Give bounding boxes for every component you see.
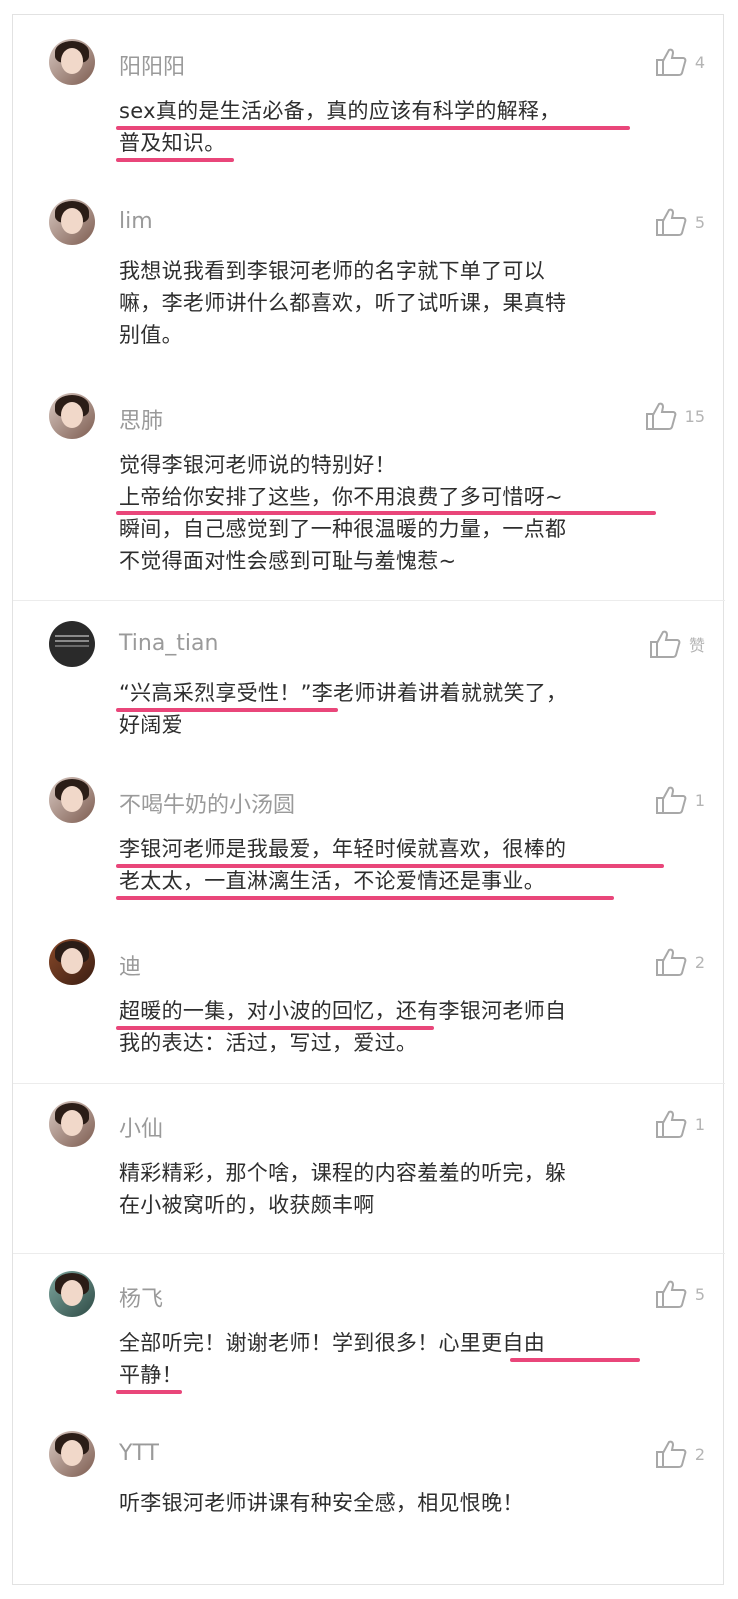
comment-line: 李银河老师是我最爱，年轻时候就喜欢，很棒的 bbox=[119, 837, 567, 861]
username[interactable]: 小仙 bbox=[119, 1111, 163, 1143]
comment-line: 在小被窝听的，收获颇丰啊 bbox=[119, 1193, 375, 1217]
like-button[interactable]: 15 bbox=[645, 401, 705, 431]
like-button[interactable]: 4 bbox=[655, 47, 705, 77]
comment-line: 我的表达：活过，写过，爱过。 bbox=[119, 1031, 418, 1055]
comment-line: 觉得李银河老师说的特别好！ bbox=[119, 453, 396, 477]
like-count: 赞 bbox=[688, 636, 705, 655]
avatar[interactable] bbox=[49, 393, 95, 439]
comment-line: 好阔爱 bbox=[119, 713, 183, 737]
like-button[interactable]: 2 bbox=[655, 1439, 705, 1469]
comment-text: 我想说我看到李银河老师的名字就下单了可以 嘛，李老师讲什么都喜欢，听了试听课，果… bbox=[119, 255, 679, 351]
thumbs-up-icon bbox=[649, 630, 681, 658]
like-button[interactable]: 赞 bbox=[649, 629, 705, 659]
like-count: 2 bbox=[694, 1444, 705, 1464]
highlight-underline bbox=[116, 708, 338, 712]
comment-line: 不觉得面对性会感到可耻与羞愧惹~ bbox=[119, 549, 457, 573]
thumbs-up-icon bbox=[655, 786, 687, 814]
comment-text: 精彩精彩，那个啥，课程的内容羞羞的听完，躲 在小被窝听的，收获颇丰啊 bbox=[119, 1157, 679, 1221]
thumbs-up-icon bbox=[655, 208, 687, 236]
avatar[interactable] bbox=[49, 1271, 95, 1317]
username[interactable]: YTT bbox=[119, 1441, 159, 1466]
like-count: 1 bbox=[694, 790, 705, 810]
avatar[interactable] bbox=[49, 1101, 95, 1147]
like-count: 5 bbox=[694, 1284, 705, 1304]
like-button[interactable]: 1 bbox=[655, 1109, 705, 1139]
comment-line: 超暖的一集，对小波的回忆，还有李银河老师自 bbox=[119, 999, 567, 1023]
avatar[interactable] bbox=[49, 621, 95, 667]
like-count: 4 bbox=[694, 52, 705, 72]
comment-line: 听李银河老师讲课有种安全感，相见恨晚！ bbox=[119, 1491, 524, 1515]
like-count: 5 bbox=[694, 212, 705, 232]
comment-text: 听李银河老师讲课有种安全感，相见恨晚！ bbox=[119, 1487, 679, 1519]
like-count: 2 bbox=[694, 952, 705, 972]
username[interactable]: 阳阳阳 bbox=[119, 49, 185, 81]
comment-line: 瞬间，自己感觉到了一种很温暖的力量，一点都 bbox=[119, 517, 567, 541]
thumbs-up-icon bbox=[655, 1280, 687, 1308]
username[interactable]: Tina_tian bbox=[119, 631, 218, 656]
comment-line: 我想说我看到李银河老师的名字就下单了可以 bbox=[119, 259, 545, 283]
divider bbox=[13, 600, 725, 601]
like-button[interactable]: 5 bbox=[655, 207, 705, 237]
like-button[interactable]: 1 bbox=[655, 785, 705, 815]
comment-list: 阳阳阳 4 sex真的是生活必备，真的应该有科学的解释， 普及知识。 lim 5… bbox=[12, 14, 725, 1585]
thumbs-up-icon bbox=[645, 402, 677, 430]
avatar[interactable] bbox=[49, 939, 95, 985]
thumbs-up-icon bbox=[655, 1110, 687, 1138]
like-button[interactable]: 5 bbox=[655, 1279, 705, 1309]
comment-line: 普及知识。 bbox=[119, 131, 226, 155]
comment-line: 嘛，李老师讲什么都喜欢，听了试听课，果真特 bbox=[119, 291, 567, 315]
comment-line: sex真的是生活必备，真的应该有科学的解释， bbox=[119, 99, 561, 123]
comment-line: 上帝给你安排了这些，你不用浪费了多可惜呀~ bbox=[119, 485, 563, 509]
like-count: 1 bbox=[694, 1114, 705, 1134]
highlight-underline bbox=[116, 158, 234, 162]
highlight-underline bbox=[116, 511, 656, 515]
thumbs-up-icon bbox=[655, 48, 687, 76]
username[interactable]: 思肺 bbox=[119, 403, 163, 435]
avatar[interactable] bbox=[49, 39, 95, 85]
thumbs-up-icon bbox=[655, 948, 687, 976]
divider bbox=[13, 1253, 725, 1254]
highlight-underline bbox=[116, 1026, 434, 1030]
avatar[interactable] bbox=[49, 199, 95, 245]
username[interactable]: 杨飞 bbox=[119, 1281, 163, 1313]
avatar[interactable] bbox=[49, 1431, 95, 1477]
like-count: 15 bbox=[684, 406, 705, 426]
highlight-underline bbox=[510, 1358, 640, 1362]
thumbs-up-icon bbox=[655, 1440, 687, 1468]
comment-line: 老太太，一直淋漓生活，不论爱情还是事业。 bbox=[119, 869, 545, 893]
highlight-underline bbox=[116, 864, 664, 868]
comment-line: 精彩精彩，那个啥，课程的内容羞羞的听完，躲 bbox=[119, 1161, 567, 1185]
highlight-underline bbox=[116, 896, 614, 900]
like-button[interactable]: 2 bbox=[655, 947, 705, 977]
highlight-underline bbox=[116, 126, 630, 130]
username[interactable]: lim bbox=[119, 209, 153, 234]
username[interactable]: 迪 bbox=[119, 949, 141, 981]
highlight-underline bbox=[116, 1390, 182, 1394]
comment-line: “兴高采烈享受性！”李老师讲着讲着就就笑了， bbox=[119, 681, 568, 705]
comment-line: 别值。 bbox=[119, 323, 183, 347]
divider bbox=[13, 1083, 725, 1084]
username[interactable]: 不喝牛奶的小汤圆 bbox=[119, 787, 295, 819]
avatar[interactable] bbox=[49, 777, 95, 823]
comment-line: 平静！ bbox=[119, 1363, 183, 1387]
comment-line: 全部听完！谢谢老师！学到很多！心里更自由 bbox=[119, 1331, 545, 1355]
